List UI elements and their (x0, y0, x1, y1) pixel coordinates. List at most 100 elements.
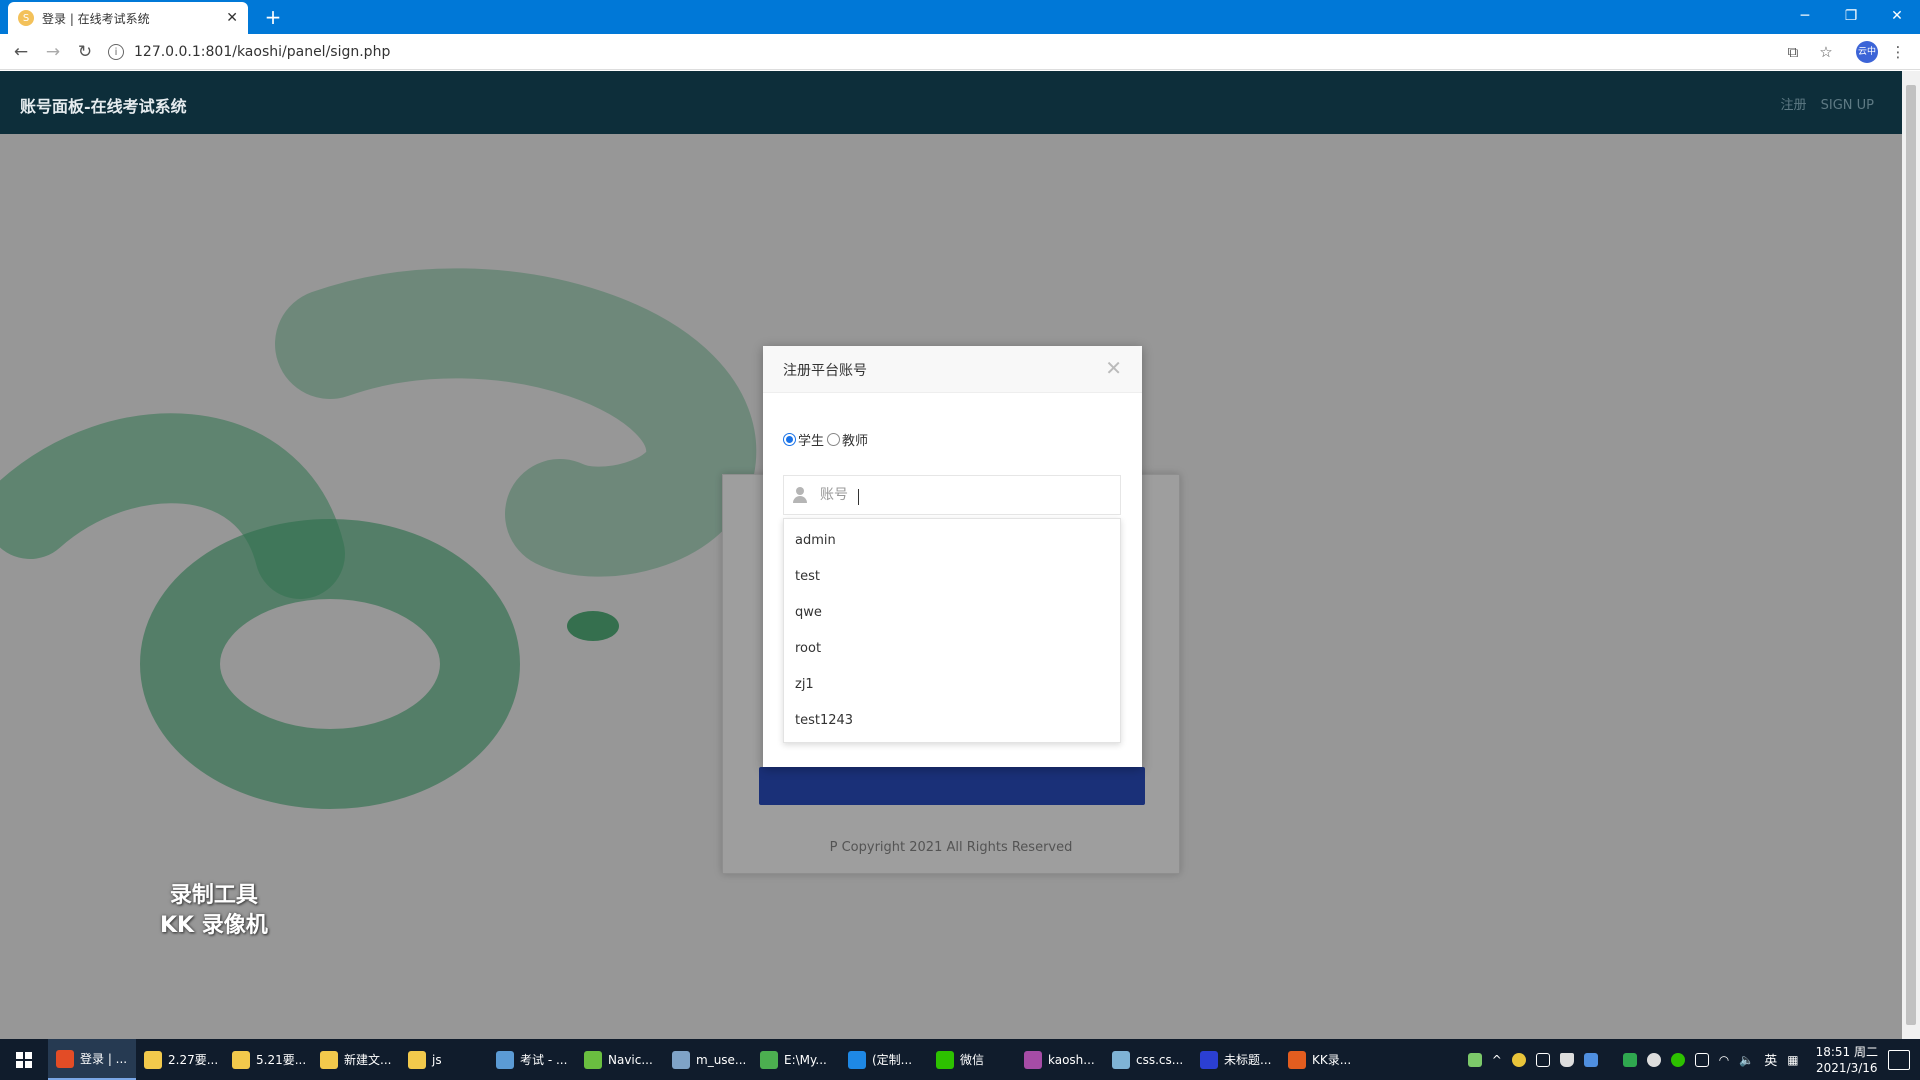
taskbar-item[interactable]: 5.21要... (224, 1039, 312, 1080)
modal-close-icon[interactable]: ✕ (1105, 356, 1122, 380)
suggestion-item[interactable]: root (784, 631, 1120, 667)
taskbar-item[interactable]: 登录 | ... (48, 1039, 136, 1080)
taskbar-item-label: m_use... (696, 1052, 747, 1067)
taskbar-item[interactable]: (定制... (840, 1039, 928, 1080)
suggestion-item[interactable]: test (784, 559, 1120, 595)
taskbar-item[interactable]: E:\My... (752, 1039, 840, 1080)
taskbar-item[interactable]: 考试 - ... (488, 1039, 576, 1080)
green-app-icon[interactable] (1622, 1052, 1637, 1067)
windows-taskbar: 登录 | ... 2.27要... 5.21要... 新建文... js 考试 - ...… (0, 1039, 1920, 1080)
taskbar-app-icon (584, 1050, 602, 1069)
taskbar-item-label: kaosh... (1048, 1052, 1095, 1067)
taskbar-app-icon (672, 1050, 690, 1069)
page-content: 账号面板-在线考试系统 注册 SIGN UP P Copyright 2021 … (0, 71, 1902, 1039)
app-brand[interactable]: 账号面板-在线考试系统 (20, 93, 187, 117)
taskbar-app-icon (1024, 1050, 1042, 1069)
site-info-icon[interactable]: i (108, 44, 124, 60)
taskbar-item[interactable]: 2.27要... (136, 1039, 224, 1080)
tray-window-icon[interactable] (1535, 1052, 1550, 1067)
minimize-button[interactable]: ─ (1790, 4, 1820, 28)
suggestion-item[interactable]: qwe (784, 595, 1120, 631)
taskbar-item-label: KK录... (1312, 1053, 1352, 1067)
taskbar-app-icon (56, 1049, 74, 1068)
taskbar-item-label: 2.27要... (168, 1053, 219, 1067)
tab-title: 登录 | 在线考试系统 (42, 11, 150, 26)
translate-icon[interactable]: ⧉ (1782, 41, 1804, 63)
taskbar-app-icon (496, 1050, 514, 1069)
watermark-line1: 录制工具 (169, 883, 258, 908)
windows-logo-icon (16, 1051, 32, 1068)
taskbar-app-icon (760, 1050, 778, 1069)
suggestion-item[interactable]: test1243 (784, 703, 1120, 739)
tray-app-icon[interactable] (1511, 1052, 1526, 1067)
profile-avatar[interactable]: 云中 (1856, 41, 1878, 63)
notification-icon[interactable] (1888, 1049, 1910, 1070)
address-bar[interactable]: i 127.0.0.1:801/kaoshi/panel/sign.php (108, 39, 1758, 65)
ime-indicator[interactable]: 英 (1764, 1050, 1777, 1069)
browser-tab[interactable]: S 登录 | 在线考试系统 ✕ (8, 2, 248, 34)
url-text: 127.0.0.1:801/kaoshi/panel/sign.php (134, 44, 391, 60)
taskbar-item[interactable]: Navic... (576, 1039, 664, 1080)
back-icon[interactable]: ← (10, 41, 32, 63)
clock[interactable]: 18:51 周二 2021/3/16 (1816, 1044, 1878, 1076)
role-student-label[interactable]: 学生 (798, 430, 824, 449)
suggestion-item[interactable]: admin (784, 523, 1120, 559)
account-input[interactable] (820, 487, 1100, 503)
shield-icon[interactable] (1583, 1052, 1598, 1067)
taskbar-item-label: 登录 | ... (80, 1052, 128, 1066)
taskbar-app-icon (1200, 1050, 1218, 1069)
tray-expand-icon[interactable]: ^ (1492, 1053, 1502, 1067)
role-student-radio[interactable] (783, 433, 796, 446)
taskbar-item[interactable]: KK录... (1280, 1039, 1368, 1080)
autocomplete-dropdown: admin test qwe root zj1 test1243 (783, 518, 1121, 743)
restore-button[interactable]: ❐ (1836, 4, 1866, 28)
network-icon[interactable] (1694, 1052, 1709, 1067)
wifi-icon[interactable]: ◠ (1719, 1053, 1729, 1067)
forward-icon[interactable]: → (42, 41, 64, 63)
new-tab-button[interactable]: + (262, 6, 284, 28)
taskbar-item-label: 考试 - ... (520, 1053, 568, 1067)
browser-tab-bar: S 登录 | 在线考试系统 ✕ + ─ ❐ ✕ (0, 0, 1920, 34)
tab-close-icon[interactable]: ✕ (226, 10, 238, 26)
volume-icon[interactable]: 🔈 (1739, 1053, 1754, 1067)
taskbar-app-icon (408, 1050, 426, 1069)
wechat-tray-icon[interactable] (1670, 1052, 1685, 1067)
battery-icon[interactable] (1467, 1052, 1482, 1067)
register-modal: 注册平台账号 ✕ 学生 教师 admin test qwe root zj1 t… (763, 346, 1142, 767)
bookmark-star-icon[interactable]: ☆ (1815, 41, 1837, 63)
browser-toolbar: ← → ↻ i 127.0.0.1:801/kaoshi/panel/sign.… (0, 34, 1920, 70)
taskbar-item[interactable]: 新建文... (312, 1039, 400, 1080)
system-tray: ^ ◠ 🔈 英 ▦ 18:51 周二 2021/3/16 (1463, 1039, 1920, 1080)
taskbar-item[interactable]: kaosh... (1016, 1039, 1104, 1080)
taskbar-app-icon (936, 1050, 954, 1069)
reload-icon[interactable]: ↻ (74, 41, 96, 63)
bell-icon[interactable] (1559, 1052, 1574, 1067)
taskbar-app-icon (320, 1050, 338, 1069)
taskbar-app-icon (232, 1050, 250, 1069)
account-field[interactable] (783, 475, 1121, 515)
taskbar-item[interactable]: m_use... (664, 1039, 752, 1080)
recorder-watermark: 录制工具 KK 录像机 (160, 881, 268, 941)
taskbar-item-label: 5.21要... (256, 1053, 307, 1067)
user-icon (792, 487, 808, 503)
register-link-en[interactable]: SIGN UP (1821, 98, 1874, 113)
close-window-button[interactable]: ✕ (1882, 4, 1912, 28)
start-button[interactable] (0, 1039, 48, 1080)
register-link-cn[interactable]: 注册 (1780, 98, 1806, 113)
qq-icon[interactable] (1646, 1052, 1661, 1067)
taskbar-item[interactable]: css.cs... (1104, 1039, 1192, 1080)
scrollbar-thumb[interactable] (1906, 85, 1916, 1025)
taskbar-item-label: 新建文... (344, 1053, 392, 1067)
browser-menu-icon[interactable]: ⋮ (1887, 41, 1909, 63)
watermark-line2: KK 录像机 (160, 913, 268, 938)
app-navbar: 账号面板-在线考试系统 注册 SIGN UP (0, 71, 1902, 134)
keyboard-grid-icon[interactable]: ▦ (1787, 1053, 1798, 1067)
taskbar-item[interactable]: js (400, 1039, 488, 1080)
text-cursor (858, 489, 859, 505)
role-teacher-label[interactable]: 教师 (842, 430, 868, 449)
suggestion-item[interactable]: zj1 (784, 667, 1120, 703)
role-teacher-radio[interactable] (827, 433, 841, 446)
taskbar-item[interactable]: 未标题... (1192, 1039, 1280, 1080)
vertical-scrollbar[interactable] (1902, 71, 1920, 1039)
taskbar-item[interactable]: 微信 (928, 1039, 1016, 1080)
